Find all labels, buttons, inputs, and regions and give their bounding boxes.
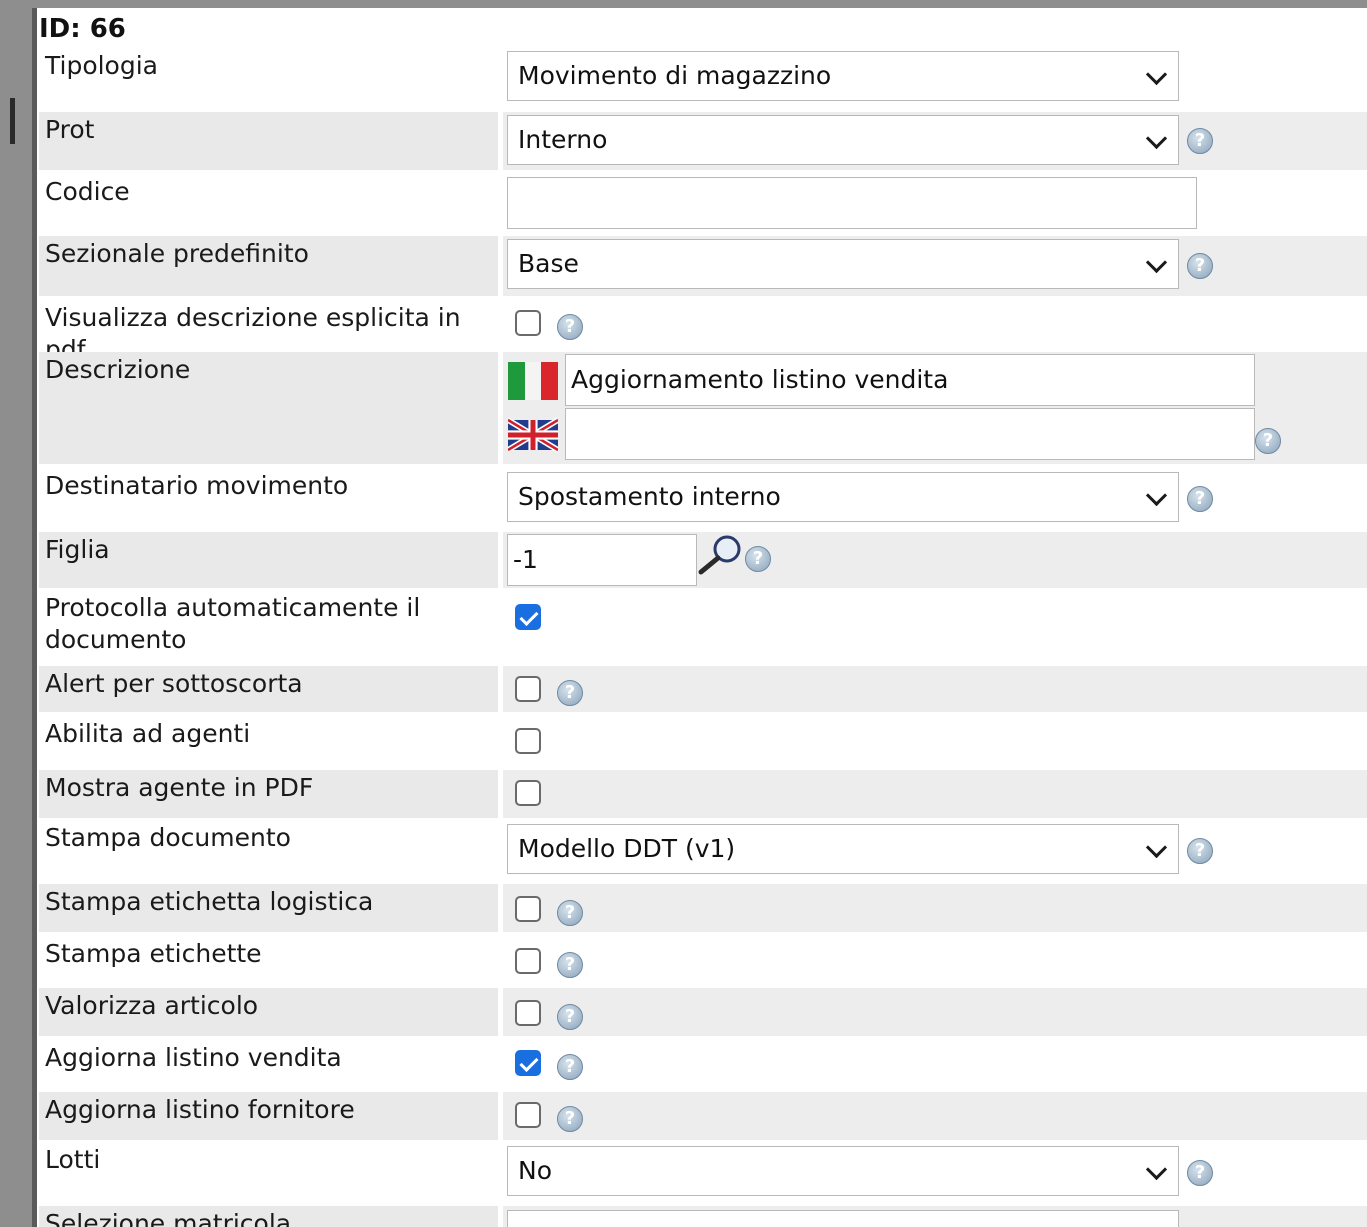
question-mark-icon[interactable]: ? bbox=[1187, 838, 1213, 864]
row-codice: Codice bbox=[39, 174, 1367, 234]
aggiorna-listino-fornitore-label: Aggiorna listino fornitore bbox=[45, 1095, 355, 1124]
stampa-documento-label: Stampa documento bbox=[45, 823, 291, 852]
abilita-agenti-label: Abilita ad agenti bbox=[45, 719, 251, 748]
chevron-down-icon bbox=[1145, 127, 1168, 150]
question-mark-icon[interactable]: ? bbox=[557, 1004, 583, 1030]
aggiorna-listino-vendita-checkbox[interactable] bbox=[515, 1050, 541, 1076]
row-tipologia: Tipologia Movimento di magazzino bbox=[39, 46, 1367, 108]
window-left-border bbox=[0, 0, 32, 1227]
tipologia-label: Tipologia bbox=[45, 51, 158, 80]
row-valorizza-articolo: Valorizza articolo ? bbox=[39, 988, 1367, 1036]
row-lotti: Lotti No ? bbox=[39, 1142, 1367, 1204]
stampa-documento-select[interactable]: Modello DDT (v1) bbox=[507, 824, 1179, 874]
form-panel: ID: 66 Tipologia Movimento di magazzino … bbox=[32, 8, 1367, 1227]
sezionale-select[interactable]: Base bbox=[507, 239, 1179, 289]
window-top-border bbox=[0, 0, 1367, 8]
mostra-agente-checkbox[interactable] bbox=[515, 780, 541, 806]
visualizza-descrizione-checkbox[interactable] bbox=[515, 310, 541, 336]
figlia-value: -1 bbox=[513, 545, 538, 574]
descrizione-en-input[interactable] bbox=[565, 408, 1255, 460]
stampa-etichette-label: Stampa etichette bbox=[45, 939, 262, 968]
prot-select[interactable]: Interno bbox=[507, 115, 1179, 165]
row-visualizza-descrizione: Visualizza descrizione esplicita in pdf … bbox=[39, 300, 1367, 364]
valorizza-articolo-label: Valorizza articolo bbox=[45, 991, 259, 1020]
question-mark-icon[interactable]: ? bbox=[1187, 1160, 1213, 1186]
row-alert-sottoscorta: Alert per sottoscorta ? bbox=[39, 666, 1367, 712]
row-protocolla: Protocolla automaticamente il documento bbox=[39, 590, 1367, 666]
row-stampa-etichetta-logistica: Stampa etichetta logistica ? bbox=[39, 884, 1367, 932]
descrizione-it-input[interactable]: Aggiornamento listino vendita bbox=[565, 354, 1255, 406]
chevron-down-icon bbox=[1145, 836, 1168, 859]
tipologia-select[interactable]: Movimento di magazzino bbox=[507, 51, 1179, 101]
question-mark-icon[interactable]: ? bbox=[745, 546, 771, 572]
tipologia-value: Movimento di magazzino bbox=[518, 61, 832, 90]
row-stampa-etichette: Stampa etichette ? bbox=[39, 936, 1367, 986]
alert-sottoscorta-label: Alert per sottoscorta bbox=[45, 669, 303, 698]
question-mark-icon[interactable]: ? bbox=[1187, 128, 1213, 154]
question-mark-icon[interactable]: ? bbox=[1187, 253, 1213, 279]
chevron-down-icon bbox=[1145, 251, 1168, 274]
question-mark-icon[interactable]: ? bbox=[1255, 428, 1281, 454]
question-mark-icon[interactable]: ? bbox=[557, 314, 583, 340]
row-figlia: Figlia -1 ? bbox=[39, 532, 1367, 588]
lotti-label: Lotti bbox=[45, 1145, 101, 1174]
row-descrizione: Descrizione Aggiornamento listino vendit… bbox=[39, 352, 1367, 464]
lotti-select[interactable]: No bbox=[507, 1146, 1179, 1196]
row-destinatario: Destinatario movimento Spostamento inter… bbox=[39, 468, 1367, 530]
destinatario-label: Destinatario movimento bbox=[45, 471, 349, 500]
stampa-documento-value: Modello DDT (v1) bbox=[518, 834, 736, 863]
protocolla-label: Protocolla automaticamente il documento bbox=[45, 593, 421, 654]
italy-flag-icon bbox=[508, 362, 559, 400]
uk-flag-icon bbox=[508, 417, 558, 453]
destinatario-select[interactable]: Spostamento interno bbox=[507, 472, 1179, 522]
destinatario-value: Spostamento interno bbox=[518, 482, 781, 511]
protocolla-checkbox[interactable] bbox=[515, 604, 541, 630]
scroll-edge bbox=[10, 98, 15, 144]
alert-sottoscorta-checkbox[interactable] bbox=[515, 676, 541, 702]
codice-label: Codice bbox=[45, 177, 130, 206]
question-mark-icon[interactable]: ? bbox=[557, 1054, 583, 1080]
magnifier-icon[interactable] bbox=[697, 532, 745, 576]
row-sezionale: Sezionale predefinito Base ? bbox=[39, 236, 1367, 296]
chevron-down-icon bbox=[1145, 1158, 1168, 1181]
question-mark-icon[interactable]: ? bbox=[557, 900, 583, 926]
question-mark-icon[interactable]: ? bbox=[1187, 486, 1213, 512]
sezionale-label: Sezionale predefinito bbox=[45, 239, 309, 268]
selezione-matricola-label: Selezione matricola bbox=[45, 1209, 292, 1227]
descrizione-it-value: Aggiornamento listino vendita bbox=[571, 365, 949, 394]
chevron-down-icon bbox=[1145, 63, 1168, 86]
row-prot: Prot Interno ? bbox=[39, 112, 1367, 170]
abilita-agenti-checkbox[interactable] bbox=[515, 728, 541, 754]
question-mark-icon[interactable]: ? bbox=[557, 952, 583, 978]
mostra-agente-label: Mostra agente in PDF bbox=[45, 773, 314, 802]
row-selezione-matricola: Selezione matricola bbox=[39, 1206, 1367, 1227]
selezione-matricola-select[interactable] bbox=[507, 1210, 1179, 1227]
question-mark-icon[interactable]: ? bbox=[557, 680, 583, 706]
stampa-etichetta-logistica-label: Stampa etichetta logistica bbox=[45, 887, 374, 916]
row-aggiorna-listino-fornitore: Aggiorna listino fornitore ? bbox=[39, 1092, 1367, 1140]
row-aggiorna-listino-vendita: Aggiorna listino vendita ? bbox=[39, 1040, 1367, 1090]
row-abilita-agenti: Abilita ad agenti bbox=[39, 716, 1367, 768]
figlia-label: Figlia bbox=[45, 535, 110, 564]
aggiorna-listino-fornitore-checkbox[interactable] bbox=[515, 1102, 541, 1128]
chevron-down-icon bbox=[1145, 484, 1168, 507]
aggiorna-listino-vendita-label: Aggiorna listino vendita bbox=[45, 1043, 342, 1072]
codice-input[interactable] bbox=[507, 177, 1197, 229]
row-mostra-agente: Mostra agente in PDF bbox=[39, 770, 1367, 818]
prot-value: Interno bbox=[518, 125, 608, 154]
sezionale-value: Base bbox=[518, 249, 579, 278]
stampa-etichette-checkbox[interactable] bbox=[515, 948, 541, 974]
descrizione-label: Descrizione bbox=[45, 355, 191, 384]
stampa-etichetta-logistica-checkbox[interactable] bbox=[515, 896, 541, 922]
prot-label: Prot bbox=[45, 115, 95, 144]
valorizza-articolo-checkbox[interactable] bbox=[515, 1000, 541, 1026]
question-mark-icon[interactable]: ? bbox=[557, 1106, 583, 1132]
row-stampa-documento: Stampa documento Modello DDT (v1) ? bbox=[39, 820, 1367, 882]
record-id: ID: 66 bbox=[39, 14, 126, 44]
figlia-input[interactable]: -1 bbox=[507, 534, 697, 586]
lotti-value: No bbox=[518, 1156, 552, 1185]
